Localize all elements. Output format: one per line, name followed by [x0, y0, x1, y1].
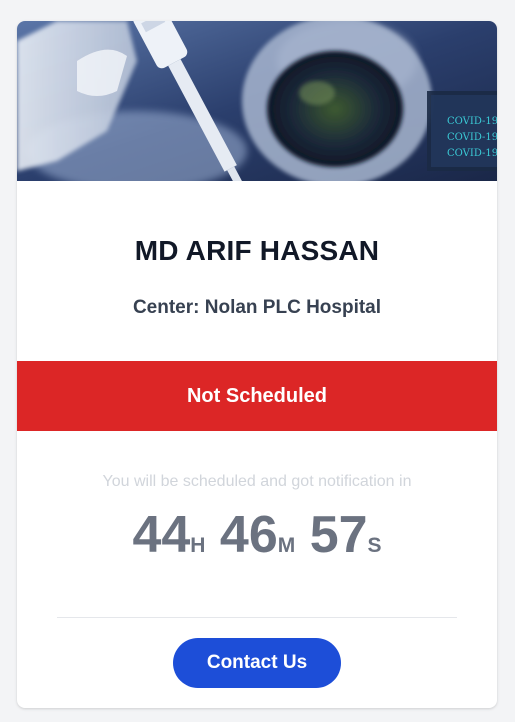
vaccination-status-card: COVID-19 COVID-19 COVID-19 MD ARIF HASSA… — [17, 21, 497, 708]
hero-overlay-text-3: COVID-19 — [447, 148, 497, 159]
center-name: Center: Nolan PLC Hospital — [132, 297, 382, 318]
contact-us-button[interactable]: Contact Us — [173, 638, 341, 688]
hero-overlay-text-1: COVID-19 — [447, 116, 497, 127]
countdown-seconds-unit: S — [367, 534, 382, 557]
countdown-notice: You will be scheduled and got notificati… — [102, 473, 412, 490]
hero-image: COVID-19 COVID-19 COVID-19 — [17, 21, 497, 181]
status-label: Not Scheduled — [186, 384, 327, 407]
patient-name: MD ARIF HASSAN — [134, 235, 380, 266]
divider — [57, 617, 457, 618]
countdown-timer: 44H 46M 57S — [17, 505, 497, 565]
countdown-hours: 44 — [132, 506, 191, 564]
lab-scientist-image: COVID-19 COVID-19 COVID-19 — [17, 21, 497, 181]
countdown-minutes-unit: M — [277, 534, 296, 557]
status-banner: Not Scheduled — [17, 361, 497, 431]
hero-overlay-text-2: COVID-19 — [447, 132, 497, 143]
countdown-minutes: 46 — [219, 506, 278, 564]
countdown-seconds: 57 — [309, 506, 368, 564]
countdown-hours-unit: H — [190, 534, 206, 557]
